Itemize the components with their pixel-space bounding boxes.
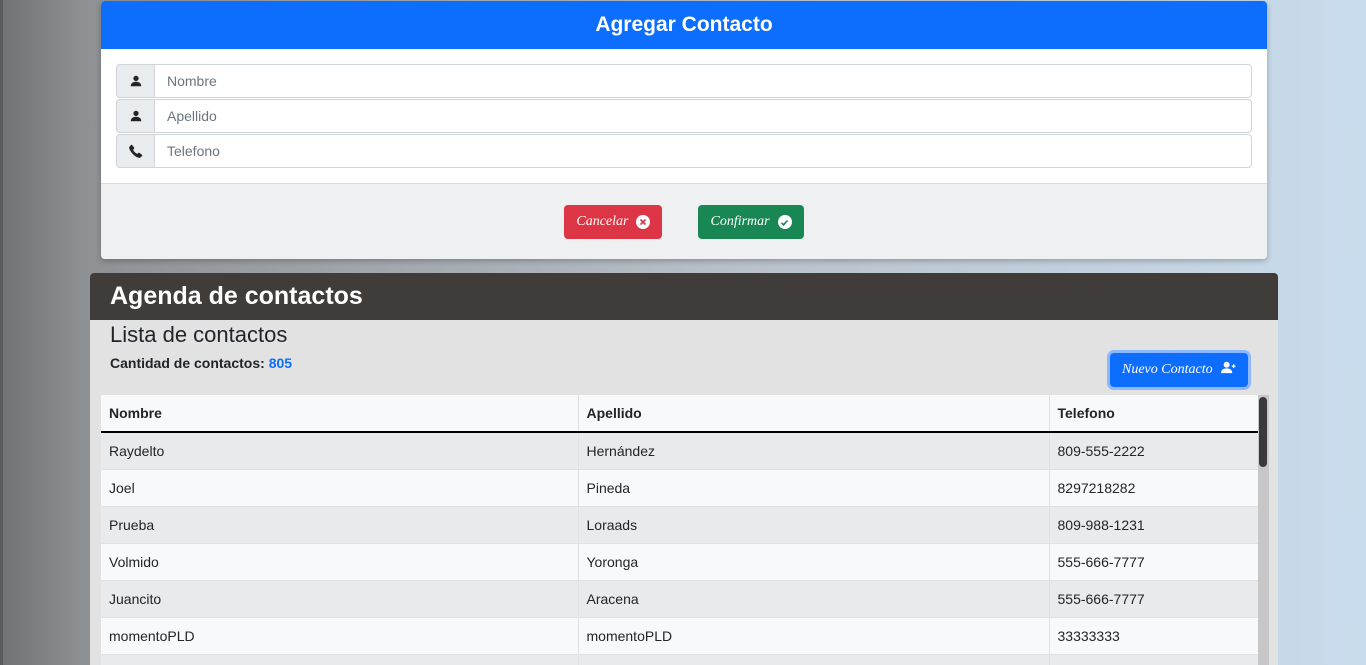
cell-lastname <box>577 654 1049 665</box>
cell-phone: 33333333 <box>1048 617 1258 655</box>
first-name-input[interactable] <box>154 64 1252 98</box>
cell-lastname: Yoronga <box>577 543 1049 581</box>
cell-phone: 555-666-7777 <box>1048 543 1258 581</box>
cell-lastname: Pineda <box>577 469 1049 507</box>
table-row[interactable]: Joel Pineda 8297218282 <box>101 469 1258 507</box>
new-contact-label: Nuevo Contacto <box>1122 362 1213 377</box>
add-contact-modal: Agregar Contacto Cancelar <box>101 1 1267 259</box>
cell-name <box>101 654 578 665</box>
cancel-label: Cancelar <box>576 214 629 229</box>
last-name-input[interactable] <box>154 99 1252 133</box>
table-header-row: Nombre Apellido Telefono <box>101 395 1258 433</box>
cell-phone: 809-988-1231 <box>1048 506 1258 544</box>
cell-name: Juancito <box>101 580 578 618</box>
person-icon <box>116 64 154 98</box>
cell-lastname: Aracena <box>577 580 1049 618</box>
close-circle-icon <box>636 215 651 229</box>
table-row[interactable]: Prueba Loraads 809-988-1231 <box>101 506 1258 544</box>
cancel-button[interactable]: Cancelar <box>564 205 663 239</box>
scrollbar-thumb[interactable] <box>1259 397 1267 467</box>
table-row[interactable]: Raydelto Hernández 809-555-2222 <box>101 432 1258 470</box>
cell-phone: 809-555-2222 <box>1048 432 1258 470</box>
cell-name: Volmido <box>101 543 578 581</box>
add-user-icon <box>1220 361 1236 379</box>
table-row[interactable]: Volmido Yoronga 555-666-7777 <box>101 543 1258 581</box>
table-row[interactable]: momentoPLD momentoPLD 33333333 <box>101 617 1258 655</box>
cell-phone <box>1048 654 1258 665</box>
confirm-label: Confirmar <box>710 214 770 229</box>
table-row[interactable] <box>101 654 1258 665</box>
cell-lastname: Hernández <box>577 432 1049 470</box>
contacts-panel: Agenda de contactos Lista de contactos C… <box>90 273 1278 665</box>
person-icon <box>116 99 154 133</box>
window-edge <box>0 0 3 665</box>
panel-title: Agenda de contactos <box>90 273 1278 320</box>
contact-count: Cantidad de contactos: 805 <box>110 355 292 371</box>
phone-icon <box>116 134 154 168</box>
cell-phone: 555-666-7777 <box>1048 580 1258 618</box>
count-label: Cantidad de contactos: <box>110 355 265 371</box>
table-scrollbar[interactable] <box>1258 395 1269 665</box>
last-name-group <box>116 99 1252 133</box>
cell-lastname: Loraads <box>577 506 1049 544</box>
table-row[interactable]: Juancito Aracena 555-666-7777 <box>101 580 1258 618</box>
cell-lastname: momentoPLD <box>577 617 1049 655</box>
phone-group <box>116 134 1252 168</box>
phone-input[interactable] <box>154 134 1252 168</box>
confirm-button[interactable]: Confirmar <box>698 205 804 239</box>
column-header-phone[interactable]: Telefono <box>1048 395 1258 433</box>
first-name-group <box>116 64 1252 98</box>
check-circle-icon <box>777 215 792 229</box>
list-title: Lista de contactos <box>110 322 288 347</box>
cell-name: Prueba <box>101 506 578 544</box>
cell-phone: 8297218282 <box>1048 469 1258 507</box>
cell-name: Raydelto <box>101 432 578 470</box>
contacts-table: Nombre Apellido Telefono Raydelto Hernán… <box>101 395 1258 665</box>
modal-body <box>101 49 1267 184</box>
new-contact-button[interactable]: Nuevo Contacto <box>1110 353 1248 387</box>
modal-title: Agregar Contacto <box>101 1 1267 49</box>
cell-name: momentoPLD <box>101 617 578 655</box>
cell-name: Joel <box>101 469 578 507</box>
contacts-table-container: Nombre Apellido Telefono Raydelto Hernán… <box>101 395 1269 665</box>
column-header-name[interactable]: Nombre <box>101 395 578 433</box>
count-value: 805 <box>268 355 293 371</box>
modal-footer: Cancelar Confirmar <box>101 184 1267 259</box>
column-header-lastname[interactable]: Apellido <box>577 395 1049 433</box>
